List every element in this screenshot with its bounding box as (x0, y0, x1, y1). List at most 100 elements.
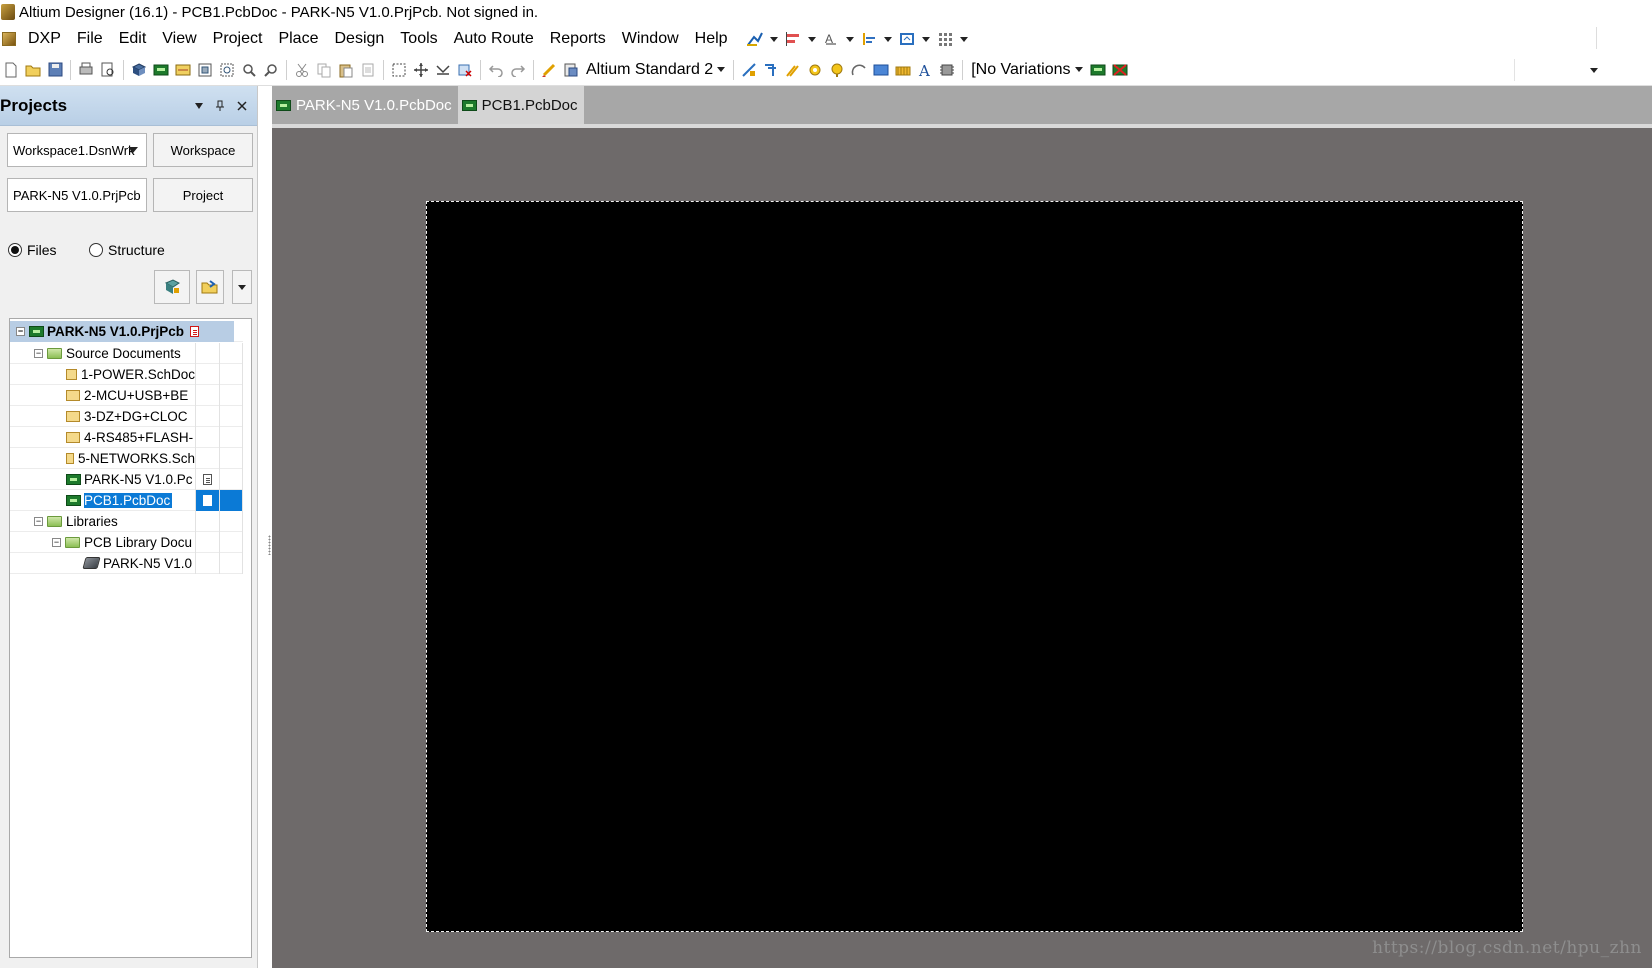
menu-help[interactable]: Help (687, 30, 736, 48)
project-combo[interactable]: PARK-N5 V1.0.PrjPcb (7, 178, 147, 212)
menu-view[interactable]: View (154, 30, 204, 48)
tree-row-sch-4[interactable]: 4-RS485+FLASH- (10, 426, 243, 448)
menu-auto-route[interactable]: Auto Route (446, 30, 542, 48)
select-area-icon[interactable] (389, 60, 409, 80)
tree-row-pcb-1[interactable]: PARK-N5 V1.0.Pc (10, 468, 243, 490)
grid-icon[interactable] (935, 29, 955, 49)
find-dropdown-icon[interactable] (845, 36, 854, 42)
project-compile-button[interactable] (154, 270, 190, 304)
place-fill-icon[interactable] (871, 60, 891, 80)
align-icon[interactable] (783, 29, 803, 49)
menu-window[interactable]: Window (614, 30, 687, 48)
board-view-icon[interactable] (151, 60, 171, 80)
view-3d-icon[interactable] (129, 60, 149, 80)
browse-component-icon[interactable] (561, 60, 581, 80)
move-selection-icon[interactable] (411, 60, 431, 80)
collapse-libraries-icon[interactable]: − (34, 516, 43, 526)
collapse-project-icon[interactable]: − (16, 326, 25, 336)
zoom-fit-icon[interactable] (195, 60, 215, 80)
structure-radio-option[interactable]: Structure (89, 242, 165, 258)
place-dimension-icon[interactable] (859, 29, 879, 49)
place-pad-icon[interactable] (805, 60, 825, 80)
move-selection-xy-icon[interactable] (433, 60, 453, 80)
place-via-icon[interactable] (827, 60, 847, 80)
menu-tools[interactable]: Tools (392, 30, 445, 48)
workspace-combo[interactable]: Workspace1.DsnWrk (7, 133, 147, 167)
files-radio[interactable] (8, 243, 22, 257)
tree-row-sch-1[interactable]: 1-POWER.SchDoc (10, 363, 243, 385)
workspace-button[interactable]: Workspace (153, 133, 253, 167)
files-radio-option[interactable]: Files (8, 242, 57, 258)
open-folder-icon[interactable] (23, 60, 43, 80)
copy-icon[interactable] (314, 60, 334, 80)
menu-design[interactable]: Design (326, 30, 392, 48)
tree-row-sch-3[interactable]: 3-DZ+DG+CLOC (10, 405, 243, 427)
place-arc-icon[interactable] (849, 60, 869, 80)
menu-place[interactable]: Place (270, 30, 326, 48)
menu-dxp[interactable]: DXP (20, 30, 69, 48)
dimension-dropdown-icon[interactable] (883, 36, 892, 42)
close-panel-icon[interactable] (237, 100, 247, 111)
diff-pair-routing-icon[interactable] (761, 60, 781, 80)
menu-right-field[interactable] (1596, 27, 1652, 49)
panel-menu-icon[interactable] (195, 102, 203, 109)
collapse-pcb-library-icon[interactable]: − (52, 537, 61, 547)
zoom-selected-icon[interactable] (239, 60, 259, 80)
menu-edit[interactable]: Edit (111, 30, 155, 48)
project-options-button[interactable] (196, 270, 224, 304)
new-document-icon[interactable] (1, 60, 21, 80)
zoom-area-icon[interactable] (217, 60, 237, 80)
layers-icon[interactable] (173, 60, 193, 80)
menu-file[interactable]: File (69, 30, 111, 48)
tree-row-libraries[interactable]: − Libraries (10, 510, 243, 532)
pcb-board-area[interactable] (426, 201, 1523, 932)
multi-routing-icon[interactable] (783, 60, 803, 80)
tree-row-source-documents[interactable]: − Source Documents (10, 342, 243, 364)
place-component-icon[interactable] (937, 60, 957, 80)
find-selection-icon[interactable]: A (821, 29, 841, 49)
utilities-icon[interactable] (745, 29, 765, 49)
project-button[interactable]: Project (153, 178, 253, 212)
tab-pcb1-pcbdoc[interactable]: PCB1.PcbDoc (457, 86, 584, 124)
structure-radio[interactable] (89, 243, 103, 257)
grid-dropdown-icon[interactable] (959, 36, 968, 42)
menu-project[interactable]: Project (205, 30, 271, 48)
cut-icon[interactable] (292, 60, 312, 80)
redo-icon[interactable] (508, 60, 528, 80)
cross-probe-icon[interactable] (539, 60, 559, 80)
room-icon[interactable] (897, 29, 917, 49)
panel-splitter-grip[interactable] (268, 535, 271, 555)
paste-icon[interactable] (336, 60, 356, 80)
place-string-icon[interactable]: A (915, 60, 935, 80)
menu-reports[interactable]: Reports (542, 30, 614, 48)
save-icon[interactable] (45, 60, 65, 80)
tree-row-pcb-2[interactable]: PCB1.PcbDoc (10, 489, 243, 511)
utilities-dropdown-icon[interactable] (769, 36, 778, 42)
tree-row-project[interactable]: − PARK-N5 V1.0.PrjPcb (10, 320, 243, 342)
title-bar: Altium Designer (16.1) - PCB1.PcbDoc - P… (0, 0, 1652, 24)
deselect-all-icon[interactable] (455, 60, 475, 80)
altium-app-icon[interactable] (1, 4, 15, 20)
place-polygon-icon[interactable] (893, 60, 913, 80)
variant-remove-icon[interactable] (1110, 60, 1130, 80)
toolbar-right-select[interactable] (1514, 59, 1604, 81)
collapse-source-icon[interactable]: − (34, 348, 43, 358)
zoom-filtered-icon[interactable] (261, 60, 281, 80)
print-icon[interactable] (76, 60, 96, 80)
undo-icon[interactable] (486, 60, 506, 80)
pin-icon[interactable] (215, 100, 225, 112)
tree-row-sch-2[interactable]: 2-MCU+USB+BE (10, 384, 243, 406)
tree-row-pcb-library-folder[interactable]: − PCB Library Docu (10, 531, 243, 553)
tab-park-n5-pcbdoc[interactable]: PARK-N5 V1.0.PcbDoc (272, 86, 458, 124)
print-preview-icon[interactable] (98, 60, 118, 80)
tree-row-sch-5[interactable]: 5-NETWORKS.Sch (10, 447, 243, 469)
tree-row-pcb-library[interactable]: PARK-N5 V1.0 (10, 552, 243, 574)
variations-select[interactable]: [No Variations (967, 58, 1086, 82)
room-dropdown-icon[interactable] (921, 36, 930, 42)
rubber-stamp-icon[interactable] (358, 60, 378, 80)
variant-board-icon[interactable] (1088, 60, 1108, 80)
align-dropdown-icon[interactable] (807, 36, 816, 42)
project-options-dropdown[interactable] (232, 270, 252, 304)
standard-select[interactable]: Altium Standard 2 (582, 58, 729, 82)
interactive-routing-icon[interactable] (739, 60, 759, 80)
